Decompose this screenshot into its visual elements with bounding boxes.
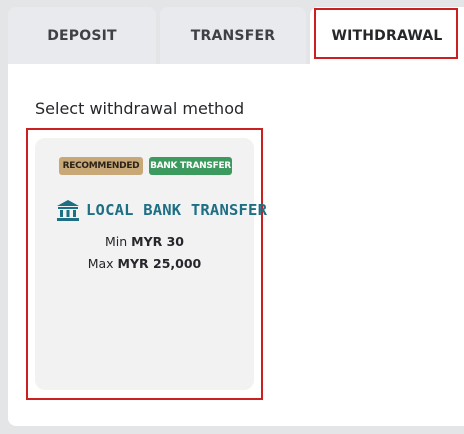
max-amount: MYR 25,000	[117, 256, 202, 271]
tab-label: DEPOSIT	[47, 27, 117, 44]
min-amount: MYR 30	[131, 234, 185, 249]
bank-building-icon	[56, 198, 80, 222]
tab-transfer[interactable]: TRANSFER	[160, 7, 306, 64]
bank-transfer-badge: BANK TRANSFER	[149, 157, 232, 175]
tab-label: TRANSFER	[190, 27, 276, 44]
local-bank-transfer-logo: LOCAL BANK TRANSFER	[56, 198, 267, 222]
section-heading: Select withdrawal method	[35, 99, 245, 118]
min-label: Min	[104, 234, 128, 249]
logo-text: LOCAL BANK TRANSFER	[86, 201, 268, 219]
tab-deposit[interactable]: DEPOSIT	[8, 7, 156, 64]
recommended-badge: RECOMMENDED	[59, 157, 143, 175]
max-limit: Max MYR 25,000	[35, 256, 254, 271]
min-limit: Min MYR 30	[35, 234, 254, 249]
tab-withdrawal[interactable]: WITHDRAWAL	[310, 7, 464, 71]
tab-label: WITHDRAWAL	[331, 28, 443, 44]
max-label: Max	[87, 256, 114, 271]
